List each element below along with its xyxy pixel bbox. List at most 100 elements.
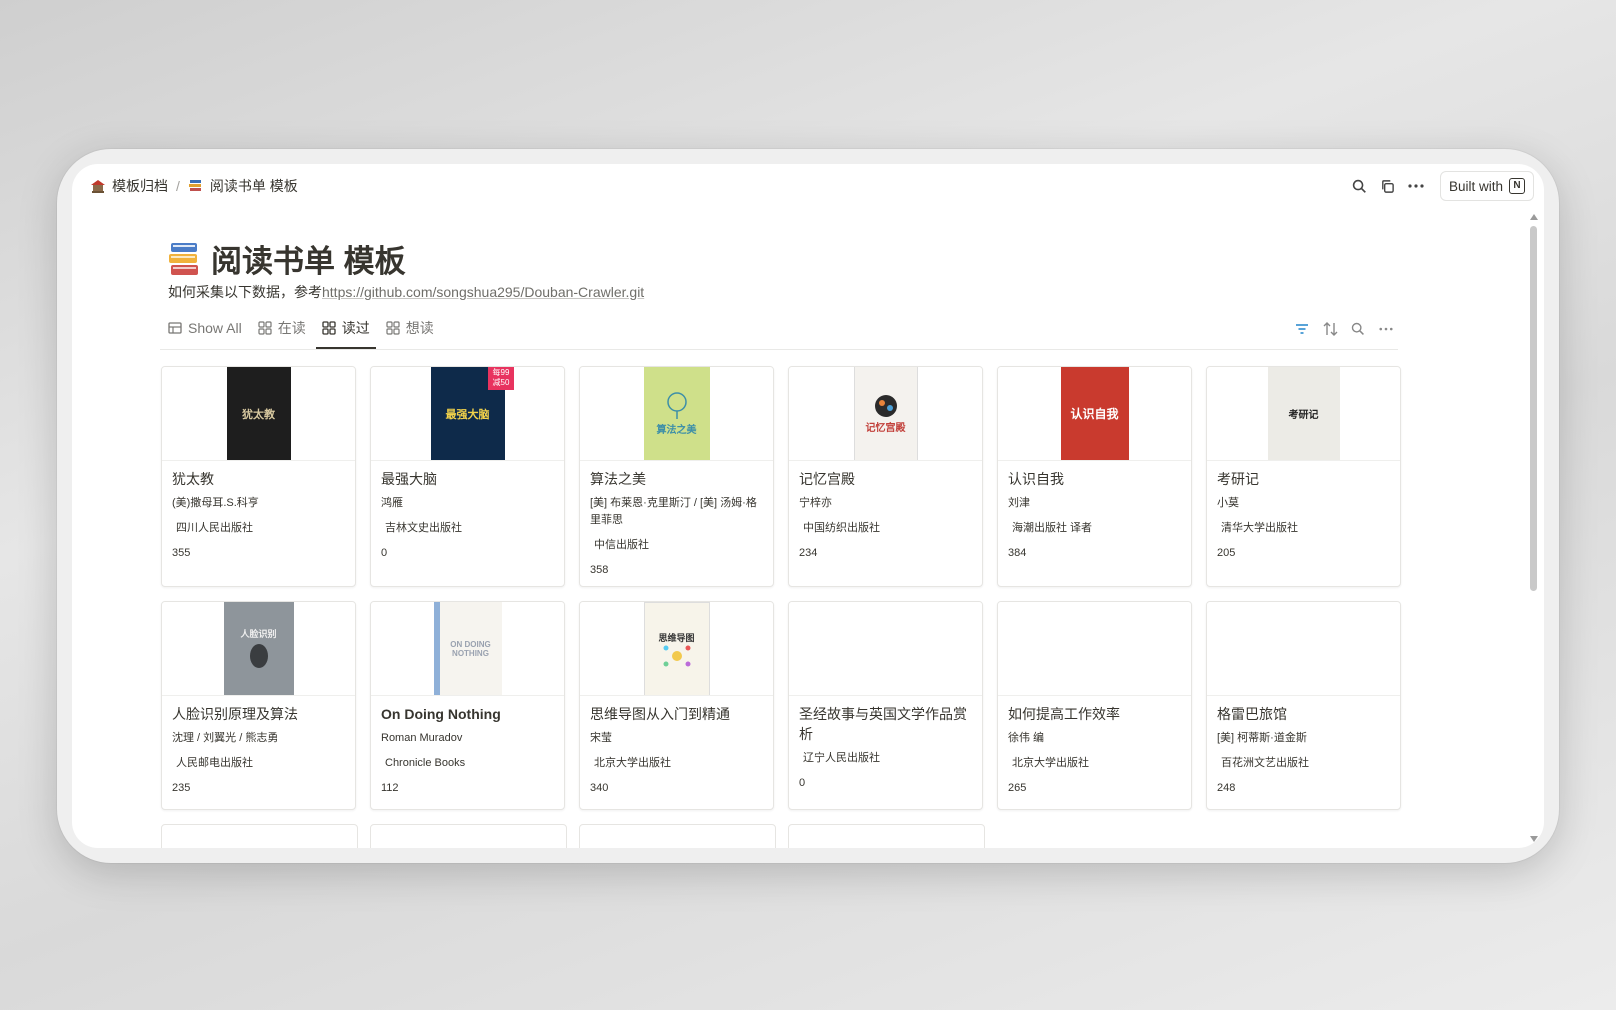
book-publisher: 海潮出版社 译者 bbox=[1012, 522, 1093, 534]
next-row-partial bbox=[161, 824, 1399, 848]
scroll-up-arrow-icon[interactable] bbox=[1530, 214, 1538, 220]
sort-icon[interactable] bbox=[1316, 317, 1344, 341]
tab-read[interactable]: 读过 bbox=[315, 311, 376, 349]
device-frame: 模板归档 / 阅读书单 模板 Built with N 阅读书单 模板 如何采集… bbox=[57, 149, 1559, 863]
book-card[interactable] bbox=[370, 824, 567, 848]
github-link[interactable]: https://github.com/songshua295/Douban-Cr… bbox=[322, 284, 644, 300]
search-icon[interactable] bbox=[1344, 317, 1372, 341]
book-card[interactable]: 如何提高工作效率 徐伟 编 北京大学出版社 265 bbox=[997, 601, 1192, 810]
duplicate-icon[interactable] bbox=[1374, 172, 1402, 200]
book-publisher: 北京大学出版社 bbox=[594, 757, 671, 769]
brain-icon bbox=[874, 395, 897, 417]
book-publisher: 北京大学出版社 bbox=[1012, 757, 1089, 769]
book-author: Roman Muradov bbox=[381, 732, 463, 744]
book-card[interactable]: 算法之美 算法之美 [美] 布莱恩·克里斯汀 / [美] 汤姆·格里菲思 中信出… bbox=[579, 366, 774, 587]
breadcrumb-current[interactable]: 阅读书单 模板 bbox=[210, 176, 298, 196]
book-card[interactable] bbox=[788, 824, 985, 848]
book-card[interactable]: ON DOING NOTHING On Doing Nothing Roman … bbox=[370, 601, 565, 810]
cover-title: 犹太教 bbox=[242, 408, 275, 421]
top-actions: Built with N bbox=[1346, 171, 1534, 201]
book-author: [美] 布莱恩·克里斯汀 / [美] 汤姆·格里菲思 bbox=[590, 497, 757, 526]
scroll-down-arrow-icon[interactable] bbox=[1530, 836, 1538, 842]
gallery-icon bbox=[322, 321, 336, 335]
book-title: 考研记 bbox=[1217, 471, 1259, 487]
book-cover: ON DOING NOTHING bbox=[433, 602, 502, 695]
more-icon[interactable] bbox=[1372, 317, 1400, 341]
filter-icon[interactable] bbox=[1288, 317, 1316, 341]
cover-title: 认识自我 bbox=[1070, 407, 1119, 421]
book-author: 宋莹 bbox=[590, 732, 612, 744]
book-publisher: 吉林文史出版社 bbox=[385, 522, 462, 534]
book-pages: 0 bbox=[381, 547, 388, 559]
table-icon bbox=[168, 322, 182, 334]
book-author: 宁梓亦 bbox=[799, 497, 832, 509]
book-card[interactable]: 圣经故事与英国文学作品赏析 辽宁人民出版社 0 bbox=[788, 601, 983, 810]
book-pages: 340 bbox=[590, 782, 609, 794]
face-mask-icon bbox=[249, 644, 268, 668]
notion-logo-icon: N bbox=[1509, 178, 1525, 194]
description-text: 如何采集以下数据，参考 bbox=[168, 284, 322, 300]
tab-label: 在读 bbox=[277, 320, 306, 336]
cover-area: 人脸识别 bbox=[162, 602, 355, 696]
breadcrumb-separator: / bbox=[176, 178, 180, 194]
book-publisher: 清华大学出版社 bbox=[1221, 522, 1298, 534]
book-publisher: 四川人民出版社 bbox=[176, 522, 253, 534]
book-cover: 记忆宫殿 bbox=[853, 367, 918, 460]
book-cover: 犹太教 bbox=[226, 367, 291, 460]
view-actions bbox=[1288, 317, 1400, 341]
breadcrumb-parent[interactable]: 模板归档 bbox=[112, 176, 168, 196]
books-icon bbox=[169, 242, 198, 275]
cover-title: 记忆宫殿 bbox=[865, 423, 906, 434]
gallery-grid: 犹太教 犹太教 (美)撒母耳.S.科亨 四川人民出版社 355 最强大脑 每99 bbox=[161, 366, 1401, 810]
scrollbar[interactable] bbox=[1530, 214, 1538, 842]
book-title: 如何提高工作效率 bbox=[1008, 706, 1120, 722]
cover-area: 犹太教 bbox=[162, 367, 355, 461]
book-publisher: 人民邮电出版社 bbox=[176, 757, 253, 769]
promo-badge: 每99 减50 bbox=[488, 367, 514, 390]
promo-badge-text: 每99 减50 bbox=[492, 368, 510, 387]
tab-want-to-read[interactable]: 想读 bbox=[380, 311, 440, 345]
book-title: 人脸识别原理及算法 bbox=[172, 706, 298, 722]
built-with-label: Built with bbox=[1448, 178, 1503, 194]
book-card[interactable]: 思维导图 思维导图从入门到精通 宋莹 北京大学出版社 340 bbox=[579, 601, 774, 810]
search-icon[interactable] bbox=[1346, 172, 1374, 200]
mind-map-icon bbox=[663, 645, 690, 667]
books-icon bbox=[188, 180, 201, 191]
book-pages: 0 bbox=[799, 777, 806, 789]
cover-area: 记忆宫殿 bbox=[789, 367, 982, 461]
book-pages: 235 bbox=[172, 782, 191, 794]
more-icon[interactable] bbox=[1402, 172, 1430, 200]
cover-title: 算法之美 bbox=[656, 425, 697, 436]
book-pages: 234 bbox=[799, 547, 818, 559]
book-publisher: Chronicle Books bbox=[385, 757, 466, 769]
book-card[interactable]: 犹太教 犹太教 (美)撒母耳.S.科亨 四川人民出版社 355 bbox=[161, 366, 356, 587]
tab-reading[interactable]: 在读 bbox=[252, 311, 312, 345]
book-card[interactable]: 认识自我 认识自我 刘津 海潮出版社 译者 384 bbox=[997, 366, 1192, 587]
book-card[interactable]: 记忆宫殿 记忆宫殿 宁梓亦 中国纺织出版社 234 bbox=[788, 366, 983, 587]
book-cover: 思维导图 bbox=[643, 602, 710, 695]
book-cover: 算法之美 bbox=[643, 367, 710, 460]
cover-title: 考研记 bbox=[1288, 410, 1319, 421]
book-author: [美] 柯蒂斯·道金斯 bbox=[1217, 732, 1307, 744]
view-tabs: Show All 在读 读过 想读 bbox=[162, 310, 444, 349]
cover-title: 思维导图 bbox=[658, 633, 695, 643]
book-card[interactable]: 人脸识别 人脸识别原理及算法 沈理 / 刘翼光 / 熊志勇 人民邮电出版社 23… bbox=[161, 601, 356, 810]
book-publisher: 百花洲文艺出版社 bbox=[1221, 757, 1309, 769]
book-card[interactable]: 格雷巴旅馆 [美] 柯蒂斯·道金斯 百花洲文艺出版社 248 bbox=[1206, 601, 1401, 810]
built-with-button[interactable]: Built with N bbox=[1439, 171, 1534, 201]
tab-show-all[interactable]: Show All bbox=[162, 311, 248, 345]
cover-area: 认识自我 bbox=[998, 367, 1191, 461]
book-card[interactable]: 最强大脑 每99 减50 最强大脑 鸿雁 吉林文史出版社 0 bbox=[370, 366, 565, 587]
book-card[interactable] bbox=[161, 824, 358, 848]
cover-title: 人脸识别 bbox=[240, 629, 277, 639]
tabs-divider bbox=[160, 349, 1398, 350]
scrollbar-thumb[interactable] bbox=[1530, 226, 1537, 591]
book-card[interactable]: 考研记 考研记 小莫 清华大学出版社 205 bbox=[1206, 366, 1401, 587]
book-pages: 384 bbox=[1008, 547, 1027, 559]
page-title: 阅读书单 模板 bbox=[167, 236, 406, 281]
breadcrumb: 模板归档 / 阅读书单 模板 bbox=[90, 176, 298, 196]
book-card[interactable] bbox=[579, 824, 776, 848]
tab-label: Show All bbox=[188, 320, 242, 336]
book-author: (美)撒母耳.S.科亨 bbox=[172, 497, 259, 509]
book-author: 小莫 bbox=[1217, 497, 1239, 509]
